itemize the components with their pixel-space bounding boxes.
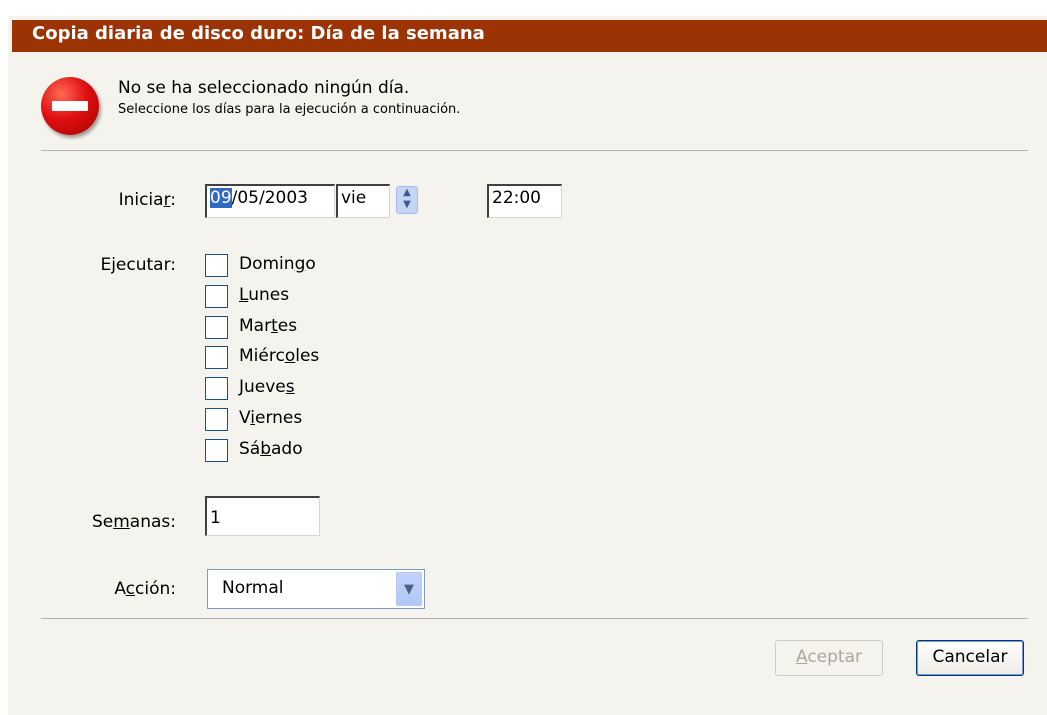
error-title: No se ha seleccionado ningún día. [118, 78, 410, 98]
action-value: Normal [222, 578, 284, 598]
weeks-input[interactable]: 1 [205, 496, 320, 536]
day-label: Sábado [239, 439, 303, 459]
error-detail: Seleccione los días para la ejecución a … [118, 102, 461, 117]
action-label: Acción: [114, 579, 176, 599]
weekday-field[interactable]: vie [336, 184, 390, 218]
separator-bottom [41, 618, 1028, 619]
day-label: Martes [239, 316, 298, 336]
spin-down-icon[interactable]: ▼ [403, 199, 411, 210]
date-spinner[interactable]: ▲ ▼ [396, 186, 418, 214]
chevron-down-icon[interactable]: ▼ [396, 572, 422, 606]
day-label: Jueves [239, 377, 295, 397]
accept-button[interactable]: Aceptar [775, 640, 883, 676]
cancel-button[interactable]: Cancelar [916, 640, 1024, 676]
separator-top [41, 150, 1028, 151]
date-day-selected[interactable]: 09 [210, 188, 232, 208]
day-label: Miércoles [239, 346, 320, 366]
start-time-field[interactable]: 22:00 [487, 184, 562, 218]
spin-up-icon[interactable]: ▲ [403, 187, 411, 198]
checkbox[interactable] [205, 408, 228, 431]
checkbox[interactable] [205, 254, 228, 277]
checkbox[interactable] [205, 439, 228, 462]
window-title: Copia diaria de disco duro: Día de la se… [12, 20, 1047, 52]
checkbox[interactable] [205, 346, 228, 369]
checkbox[interactable] [205, 377, 228, 400]
start-date-field[interactable]: 09/05/2003 [205, 184, 335, 218]
date-month-year[interactable]: /05/2003 [232, 188, 308, 208]
day-label: Viernes [239, 408, 303, 428]
checkbox[interactable] [205, 285, 228, 308]
action-select[interactable]: Normal ▼ [207, 569, 425, 609]
day-label: Lunes [239, 285, 290, 305]
day-label: Domingo [239, 254, 316, 274]
dialog-body [8, 16, 1047, 715]
weeks-label: Semanas: [91, 512, 176, 532]
error-icon [41, 77, 99, 135]
start-label: Iniciar: [118, 190, 176, 210]
checkbox[interactable] [205, 316, 228, 339]
run-label: Ejecutar: [100, 255, 176, 275]
